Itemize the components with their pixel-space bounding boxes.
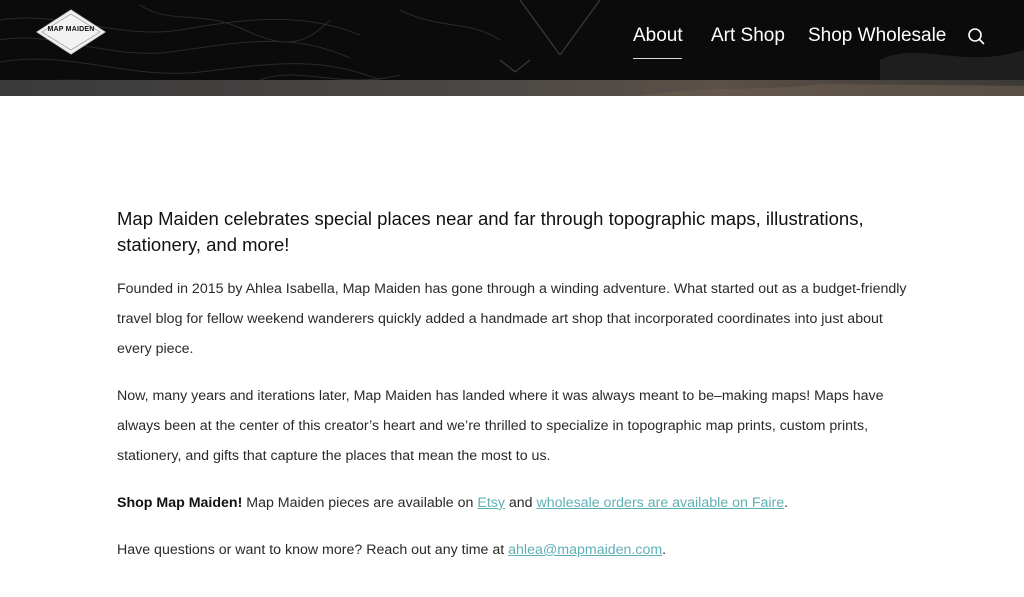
nav-shop-wholesale[interactable]: Shop Wholesale xyxy=(808,24,946,48)
intro-heading: Map Maiden celebrates special places nea… xyxy=(117,208,864,255)
shop-paragraph: Shop Map Maiden! Map Maiden pieces are a… xyxy=(117,488,912,518)
active-nav-underline xyxy=(633,58,682,59)
faire-link[interactable]: wholesale orders are available on Faire xyxy=(537,495,785,511)
mission-paragraph: Now, many years and iterations later, Ma… xyxy=(117,388,884,464)
founding-paragraph: Founded in 2015 by Ahlea Isabella, Map M… xyxy=(117,281,907,357)
logo-text: MAP MAIDEN xyxy=(47,26,95,33)
contact-paragraph: Have questions or want to know more? Rea… xyxy=(117,535,912,565)
shop-text-2: and xyxy=(504,495,537,511)
nav-about[interactable]: About xyxy=(633,24,683,48)
shop-text-3: . xyxy=(784,495,789,511)
search-button[interactable] xyxy=(967,27,985,45)
nav-art-shop[interactable]: Art Shop xyxy=(711,24,785,48)
topographic-banner-image xyxy=(0,0,1024,96)
site-logo[interactable]: MAP MAIDEN xyxy=(36,9,106,55)
search-icon xyxy=(968,28,985,45)
contact-text-2: . xyxy=(662,542,667,558)
shop-text-1: Map Maiden pieces are available on xyxy=(242,495,478,511)
contact-text-1: Have questions or want to know more? Rea… xyxy=(117,542,509,558)
etsy-link[interactable]: Etsy xyxy=(477,495,505,511)
email-link[interactable]: ahlea@mapmaiden.com xyxy=(508,542,662,558)
shop-heading: Shop Map Maiden! xyxy=(117,495,243,511)
site-header: MAP MAIDEN About Art Shop Shop Wholesale xyxy=(0,0,1024,96)
